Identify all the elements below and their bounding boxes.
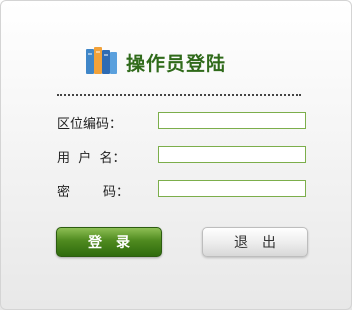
login-panel: 操作员登陆 区位编码： 用 户 名： 密 码： 登录 退出: [0, 0, 352, 310]
exit-button-label: 退出: [234, 235, 290, 251]
password-label: 密 码：: [57, 185, 130, 200]
login-button[interactable]: 登录: [56, 227, 162, 257]
area-code-label: 区位编码：: [57, 117, 123, 132]
divider: [57, 94, 301, 96]
books-icon: [86, 47, 117, 74]
password-input[interactable]: [158, 180, 306, 197]
login-button-label: 登录: [88, 235, 144, 251]
username-label: 用 户 名：: [57, 151, 126, 166]
area-code-input[interactable]: [158, 112, 306, 129]
username-input[interactable]: [158, 146, 306, 163]
page-title: 操作员登陆: [126, 53, 227, 75]
exit-button[interactable]: 退出: [202, 227, 308, 257]
